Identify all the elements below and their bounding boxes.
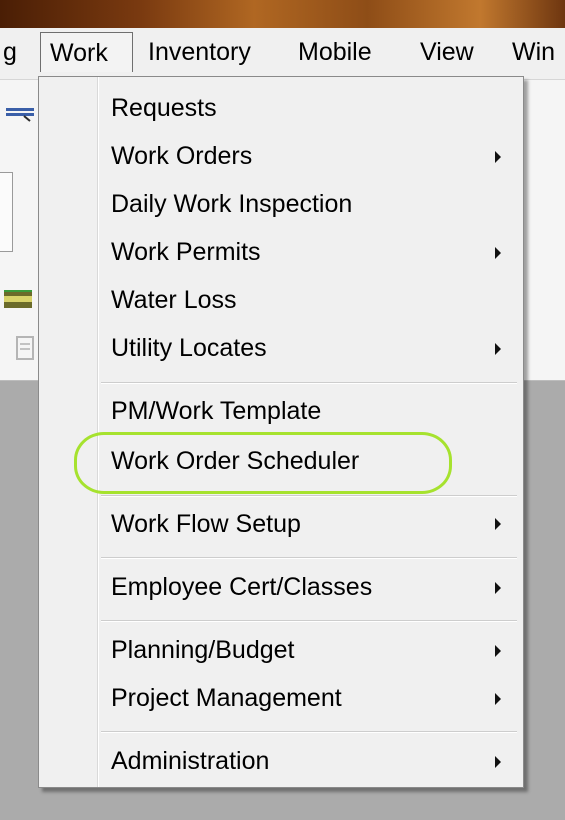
menu-separator — [101, 495, 517, 497]
menu-item-partial-left[interactable]: g — [3, 32, 17, 72]
menu-item-window[interactable]: Win — [512, 32, 555, 72]
menu-item-work-permits[interactable]: Work Permits — [111, 228, 261, 276]
menu-item-view[interactable]: View — [420, 32, 474, 72]
menu-item-administration[interactable]: Administration — [111, 737, 269, 785]
ruler-tool-icon[interactable] — [4, 288, 34, 310]
menu-item-planning-budget[interactable]: Planning/Budget — [111, 626, 294, 674]
menu-item-requests[interactable]: Requests — [111, 84, 217, 132]
menu-bar: g Work Inventory Mobile View Win — [0, 28, 565, 80]
menu-item-project-management[interactable]: Project Management — [111, 674, 342, 722]
document-icon — [16, 336, 34, 360]
menu-separator — [101, 731, 517, 733]
menu-item-daily-work-inspection[interactable]: Daily Work Inspection — [111, 180, 352, 228]
menu-item-water-loss[interactable]: Water Loss — [111, 276, 237, 324]
submenu-arrow-icon — [495, 151, 501, 163]
menu-separator — [101, 620, 517, 622]
menu-item-work-orders[interactable]: Work Orders — [111, 132, 507, 180]
menu-item-utility-locates[interactable]: Utility Locates — [111, 324, 267, 372]
menu-item-mobile[interactable]: Mobile — [298, 32, 372, 72]
submenu-arrow-icon — [495, 756, 501, 768]
menu-separator — [101, 382, 517, 384]
submenu-arrow-icon — [495, 693, 501, 705]
menu-item-pm-work-template[interactable]: PM/Work Template — [111, 387, 321, 435]
submenu-arrow-icon — [495, 343, 501, 355]
menu-item-inventory[interactable]: Inventory — [148, 32, 251, 72]
submenu-arrow-icon — [495, 518, 501, 530]
submenu-arrow-icon — [495, 247, 501, 259]
menu-separator — [101, 557, 517, 559]
menu-item-work[interactable]: Work — [40, 32, 133, 72]
submenu-arrow-icon — [495, 582, 501, 594]
window-titlebar — [0, 0, 565, 28]
pencil-tool-icon[interactable] — [6, 106, 36, 122]
highlight-annotation-ring — [74, 432, 452, 494]
menu-item-work-flow-setup[interactable]: Work Flow Setup — [111, 500, 301, 548]
submenu-arrow-icon — [495, 645, 501, 657]
menu-item-employee-cert-classes[interactable]: Employee Cert/Classes — [111, 563, 372, 611]
side-panel-edge — [0, 172, 13, 252]
